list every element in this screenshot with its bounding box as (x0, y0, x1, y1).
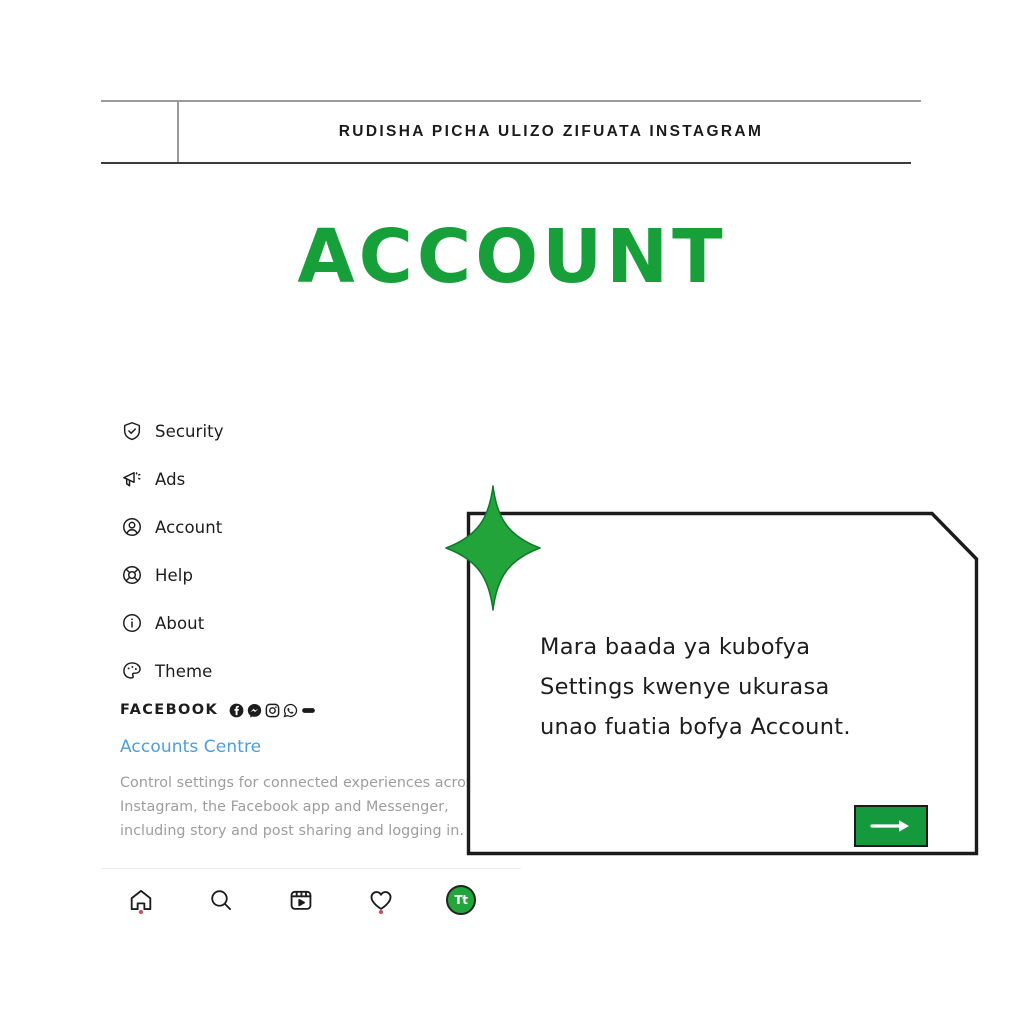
menu-item-theme[interactable]: Theme (120, 647, 450, 695)
menu-item-label: Help (155, 565, 194, 585)
menu-item-about[interactable]: About (120, 599, 450, 647)
settings-menu-list: Security Ads Account Help About Theme (120, 407, 450, 695)
facebook-brand-icons (229, 703, 316, 718)
menu-item-help[interactable]: Help (120, 551, 450, 599)
menu-item-security[interactable]: Security (120, 407, 450, 455)
callout-line-2: Settings kwenye ukurasa (540, 674, 830, 700)
info-circle-icon (120, 611, 144, 635)
tab-search[interactable] (181, 869, 261, 931)
menu-item-label: Theme (155, 661, 213, 681)
tab-activity[interactable] (341, 869, 421, 931)
life-ring-icon (120, 563, 144, 587)
search-icon (211, 890, 232, 911)
menu-item-account[interactable]: Account (120, 503, 450, 551)
header-title: RUDISHA PICHA ULIZO ZIFUATA INSTAGRAM (338, 123, 764, 140)
person-circle-icon (120, 515, 144, 539)
megaphone-icon (120, 467, 144, 491)
arrow-right-icon (870, 820, 909, 832)
header-vertical-divider (177, 100, 179, 164)
header-left-cell (101, 102, 177, 162)
reels-icon (290, 890, 312, 910)
avatar: Tt (446, 885, 476, 915)
page-title: ACCOUNT (297, 214, 727, 300)
facebook-heading-row: FACEBOOK (120, 700, 520, 720)
palette-icon (120, 659, 144, 683)
instagram-tabbar: Tt (101, 869, 501, 931)
shield-check-icon (120, 419, 144, 443)
callout-line-1: Mara baada ya kubofya (540, 634, 811, 660)
tab-home[interactable] (101, 869, 181, 931)
callout-line-3: unao fuatia bofya Account. (540, 714, 851, 740)
instagram-settings-screenshot: Security Ads Account Help About Theme FA… (101, 395, 521, 935)
menu-item-label: About (155, 613, 205, 633)
instagram-icon (265, 703, 280, 717)
tab-reels[interactable] (261, 869, 341, 931)
menu-item-label: Ads (155, 469, 186, 489)
menu-item-label: Security (155, 421, 224, 441)
menu-item-label: Account (155, 517, 223, 537)
sparkle-icon (445, 485, 541, 611)
accounts-centre-link[interactable]: Accounts Centre (120, 737, 520, 757)
menu-item-ads[interactable]: Ads (120, 455, 450, 503)
header-band: RUDISHA PICHA ULIZO ZIFUATA INSTAGRAM (101, 100, 921, 164)
facebook-section: FACEBOOK Accounts Centre Control setting… (120, 700, 520, 843)
instruction-callout: Mara baada ya kubofya Settings kwenye uk… (466, 511, 979, 856)
header-bottom-rule (101, 162, 911, 164)
slide-canvas: RUDISHA PICHA ULIZO ZIFUATA INSTAGRAM AC… (0, 0, 1024, 1024)
portal-icon (302, 707, 316, 713)
facebook-icon (229, 703, 244, 717)
whatsapp-icon (283, 703, 298, 717)
messenger-icon (247, 703, 262, 717)
next-button[interactable] (854, 805, 928, 847)
facebook-heading: FACEBOOK (120, 702, 219, 718)
facebook-description: Control settings for connected experienc… (120, 775, 481, 839)
tab-profile[interactable]: Tt (421, 869, 501, 931)
callout-text: Mara baada ya kubofya Settings kwenye uk… (540, 627, 950, 747)
home-badge-dot (139, 910, 143, 914)
activity-badge-dot (379, 910, 383, 914)
